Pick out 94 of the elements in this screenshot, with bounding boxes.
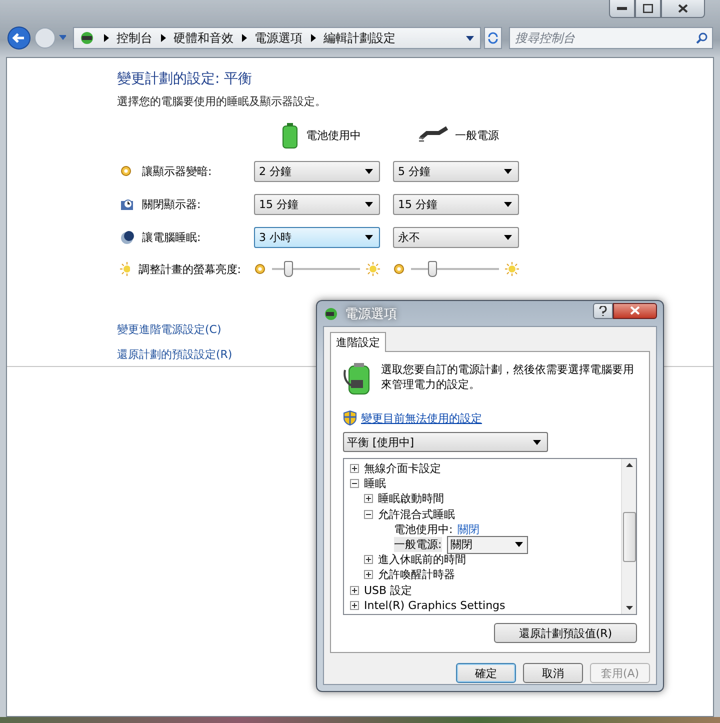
dialog-title: 電源選項 <box>345 306 397 322</box>
chevron-icon <box>310 34 316 42</box>
slider-thumb[interactable] <box>284 261 293 277</box>
close-button[interactable] <box>661 0 705 18</box>
bright-sun-icon <box>505 262 519 276</box>
value-link[interactable]: 關閉 <box>458 522 480 537</box>
tab[interactable]: 進階設定 <box>330 332 386 352</box>
search-icon[interactable] <box>696 32 708 44</box>
settings-link[interactable]: 還原計劃的預設設定(R) <box>117 347 232 362</box>
dropdown-arrow-icon <box>504 202 512 207</box>
sun-icon <box>120 262 130 276</box>
expand-icon[interactable] <box>364 555 373 564</box>
minimize-button[interactable] <box>609 0 635 18</box>
refresh-icon <box>486 32 499 44</box>
dropdown-arrow-icon[interactable] <box>59 35 66 41</box>
setting-label: 讓顯示器變暗: <box>142 164 212 179</box>
tree-item[interactable]: 無線介面卡設定 <box>364 461 441 476</box>
value-dropdown[interactable]: 關閉 <box>446 536 528 554</box>
dialog-description: 選取您要自訂的電源計劃，然後依需要選擇電腦要用來管理電力的設定。 <box>381 362 635 392</box>
page-title: 變更計劃的設定: 平衡 <box>117 70 254 88</box>
dropdown-arrow-icon <box>504 169 512 174</box>
address-bar[interactable]: 控制台 硬體和音效 電源選項 編輯計劃設定 <box>72 27 481 49</box>
minimize-icon <box>617 6 627 10</box>
dropdown-arrow-icon <box>365 169 373 174</box>
expand-icon[interactable] <box>350 464 359 474</box>
tree-item[interactable]: 允許混合式睡眠 <box>378 506 455 522</box>
dim-brightness-icon <box>393 263 405 275</box>
setting-label: 調整計畫的螢幕亮度: <box>138 262 241 276</box>
moon-icon <box>120 230 134 244</box>
tree-item[interactable]: 睡眠啟動時間 <box>378 491 444 506</box>
chevron-icon <box>104 34 109 42</box>
tree-item[interactable]: 睡眠 <box>364 476 386 492</box>
breadcrumb-item[interactable]: 控制台 <box>116 30 153 46</box>
plan-dropdown[interactable]: 平衡 [使用中] <box>343 432 548 452</box>
time-dropdown[interactable]: 15 分鐘 <box>254 194 380 215</box>
breadcrumb-item[interactable]: 硬體和音效 <box>174 30 234 46</box>
dialog-button[interactable]: 取消 <box>523 663 583 683</box>
scrollbar[interactable] <box>621 459 636 614</box>
shield-icon <box>343 410 357 426</box>
expand-icon[interactable] <box>364 570 373 580</box>
help-icon <box>599 306 607 316</box>
maximize-button[interactable] <box>635 0 661 18</box>
close-button[interactable] <box>613 302 657 318</box>
close-icon <box>678 4 688 13</box>
time-dropdown[interactable]: 2 分鐘 <box>254 161 380 182</box>
expand-icon[interactable] <box>364 494 373 504</box>
dropdown-arrow-icon <box>365 235 373 240</box>
monitor-clock-icon <box>120 198 134 212</box>
breadcrumb-item[interactable]: 電源選項 <box>254 30 303 46</box>
refresh-button[interactable] <box>484 27 502 49</box>
tree-item[interactable]: 進入休眠前的時間 <box>378 552 466 568</box>
dropdown-arrow-icon <box>533 440 541 444</box>
time-dropdown[interactable]: 5 分鐘 <box>393 161 519 182</box>
column-header: 一般電源 <box>455 128 499 142</box>
scroll-up-icon[interactable] <box>626 463 632 467</box>
dropdown-arrow-icon <box>504 235 512 240</box>
settings-link[interactable]: 變更目前無法使用的設定 <box>361 410 482 426</box>
tree-item[interactable]: Intel(R) Graphics Settings <box>364 598 506 612</box>
dropdown-arrow-icon <box>466 36 474 40</box>
back-button[interactable] <box>7 26 31 50</box>
dropdown-arrow-icon <box>514 542 523 548</box>
collapse-icon[interactable] <box>350 479 359 488</box>
chevron-icon <box>160 34 166 42</box>
chevron-icon <box>242 34 247 42</box>
setting-label: 一般電源: <box>394 537 442 552</box>
scroll-down-icon[interactable] <box>626 606 632 610</box>
bright-sun-icon <box>366 262 380 276</box>
breadcrumb-item[interactable]: 編輯計劃設定 <box>324 30 396 46</box>
time-dropdown[interactable]: 3 小時 <box>254 227 380 248</box>
battery-icon <box>280 122 300 148</box>
search-field[interactable]: 搜尋控制台 <box>509 27 713 49</box>
help-button[interactable] <box>593 302 613 318</box>
column-header: 電池使用中 <box>306 128 361 142</box>
setting-label: 關閉顯示器: <box>142 197 201 212</box>
time-dropdown[interactable]: 15 分鐘 <box>393 194 519 215</box>
collapse-icon[interactable] <box>364 510 373 519</box>
expand-icon[interactable] <box>350 586 359 595</box>
maximize-icon <box>643 4 653 13</box>
expand-icon[interactable] <box>350 600 359 610</box>
close-icon <box>630 306 640 315</box>
setting-label: 電池使用中: <box>394 522 453 537</box>
dim-display-icon <box>120 164 134 178</box>
page-subtitle: 選擇您的電腦要使用的睡眠及顯示器設定。 <box>117 94 327 109</box>
power-plug-icon <box>323 306 339 322</box>
dialog-button[interactable]: 確定 <box>456 663 516 683</box>
restore-defaults-button[interactable]: 還原計劃預設值(R) <box>494 623 637 643</box>
time-dropdown[interactable]: 永不 <box>393 227 519 248</box>
dropdown-arrow-icon <box>365 202 373 207</box>
slider-thumb[interactable] <box>428 261 438 277</box>
tree-item[interactable]: USB 設定 <box>364 582 412 598</box>
settings-link[interactable]: 變更進階電源設定(C) <box>117 322 222 337</box>
tree-item[interactable]: 允許喚醒計時器 <box>378 567 455 582</box>
dim-brightness-icon <box>254 263 266 275</box>
setting-label: 讓電腦睡眠: <box>142 230 201 245</box>
